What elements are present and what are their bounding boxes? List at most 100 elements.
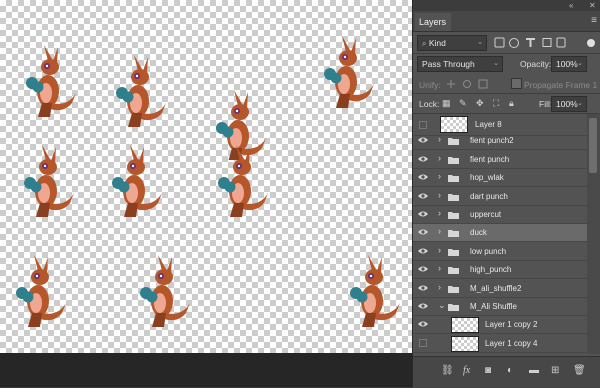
- blend-mode-value: Pass Through: [422, 59, 475, 69]
- visibility-toggle[interactable]: [419, 121, 427, 129]
- fx-icon[interactable]: fx: [463, 365, 470, 376]
- unify-label: Unify:: [419, 80, 441, 90]
- chevron-right-icon[interactable]: ›: [438, 153, 441, 163]
- layers-panel: « ✕ Layers ≡ ⌕ Kind ⌄ Pass Through ⌄ Opa…: [412, 0, 600, 388]
- eye-icon[interactable]: [418, 265, 428, 273]
- folder-icon: [448, 175, 459, 183]
- pixel-filter-icon: [494, 37, 505, 48]
- unify-style-icon: [478, 79, 488, 89]
- link-icon[interactable]: ⛓: [441, 365, 454, 376]
- fill-field[interactable]: 100% ⌄: [551, 96, 587, 112]
- close-panel-icon[interactable]: ✕: [589, 1, 596, 10]
- eye-icon[interactable]: [418, 210, 428, 218]
- eye-icon[interactable]: [418, 155, 428, 163]
- folder-icon[interactable]: ▬: [529, 365, 539, 376]
- lock-paint-icon[interactable]: ✎: [459, 98, 467, 109]
- eye-icon[interactable]: [418, 247, 428, 255]
- visibility-toggle[interactable]: [419, 338, 427, 347]
- adjustment-filter-icon: [509, 38, 519, 48]
- lock-position-icon[interactable]: ✥: [476, 98, 484, 109]
- layer-name: duck: [470, 228, 487, 238]
- lock-transparent-icon[interactable]: ▦: [442, 98, 451, 109]
- trash-icon[interactable]: 🗑︎: [573, 365, 586, 376]
- lock-artboard-icon[interactable]: ⛶: [493, 98, 499, 109]
- collapse-icon[interactable]: «: [569, 1, 573, 10]
- layer-row[interactable]: ⌄ M_Ali Shuffle: [413, 298, 587, 316]
- lock-all-icon[interactable]: 🔒︎: [509, 98, 514, 109]
- chevron-down-icon: ⌄: [493, 60, 499, 67]
- layer-row[interactable]: › fient punch2: [413, 132, 587, 151]
- kangaroo-sprite: [24, 145, 74, 217]
- layer-row[interactable]: › duck: [413, 224, 587, 243]
- layer-row[interactable]: › low punch: [413, 243, 587, 261]
- new-layer-icon[interactable]: ⊞: [551, 365, 559, 376]
- kangaroo-sprite: [218, 145, 268, 217]
- layer-row[interactable]: › fient punch: [413, 151, 587, 169]
- chevron-right-icon[interactable]: ›: [438, 245, 441, 255]
- layers-scroll-thumb[interactable]: [589, 118, 597, 173]
- unify-position-icon: [447, 80, 455, 88]
- layer-thumbnail: [440, 116, 468, 133]
- folder-icon: [448, 156, 459, 164]
- fill-value: 100%: [556, 99, 578, 109]
- canvas[interactable]: [0, 0, 412, 353]
- chevron-down-icon: ⌄: [577, 60, 583, 67]
- chevron-right-icon[interactable]: ›: [438, 208, 441, 218]
- chevron-right-icon[interactable]: ›: [438, 263, 441, 273]
- propagate-label: Propagate Frame 1: [524, 80, 598, 90]
- eye-icon[interactable]: [418, 284, 428, 292]
- layer-row[interactable]: › high_punch: [413, 261, 587, 280]
- layer-row[interactable]: Layer 1 copy 2: [413, 316, 587, 335]
- adjustment-icon[interactable]: ◐: [507, 365, 513, 376]
- kangaroo-sprite: [26, 45, 76, 117]
- eye-icon[interactable]: [418, 192, 428, 200]
- chevron-right-icon[interactable]: ›: [438, 190, 441, 200]
- eye-icon[interactable]: [418, 228, 428, 236]
- tab-layers[interactable]: Layers: [415, 13, 451, 31]
- folder-icon: [448, 193, 459, 201]
- propagate-checkbox[interactable]: [511, 78, 522, 89]
- eye-icon[interactable]: [418, 173, 428, 181]
- eye-icon[interactable]: [418, 302, 428, 310]
- eye-icon[interactable]: [418, 320, 428, 328]
- kangaroo-sprite: [350, 255, 400, 327]
- layer-row[interactable]: › uppercut: [413, 206, 587, 224]
- panel-menu-icon[interactable]: ≡: [591, 15, 597, 26]
- chevron-right-icon[interactable]: ›: [438, 282, 441, 292]
- layer-name: dart punch: [470, 191, 508, 201]
- folder-icon: [448, 230, 459, 238]
- layer-name: Layer 8: [475, 120, 502, 129]
- layer-name: Layer 1 copy 4: [485, 338, 538, 348]
- unify-icons: [447, 79, 488, 89]
- layer-row[interactable]: › dart punch: [413, 188, 587, 206]
- chevron-down-icon[interactable]: ⌄: [438, 300, 446, 311]
- layers-bottom-bar: ⛓ fx ◙ ◐ ▬ ⊞ 🗑︎: [413, 356, 600, 388]
- layer-row[interactable]: › hop_wlak: [413, 169, 587, 188]
- filter-kind-select[interactable]: ⌕ Kind ⌄: [417, 35, 487, 51]
- layer-row[interactable]: Layer 1 copy 4: [413, 335, 587, 353]
- panel-top-strip: « ✕: [413, 0, 600, 11]
- layer-name: fient punch2: [470, 136, 514, 146]
- blend-mode-select[interactable]: Pass Through ⌄: [417, 56, 503, 72]
- panel-tab-bar: Layers ≡: [413, 11, 600, 32]
- folder-icon: [448, 138, 459, 146]
- layer-thumbnail: [451, 317, 479, 334]
- mask-icon[interactable]: ◙: [485, 365, 491, 376]
- chevron-right-icon[interactable]: ›: [438, 134, 441, 144]
- chevron-right-icon[interactable]: ›: [438, 226, 441, 236]
- kangaroo-sprite: [324, 36, 374, 108]
- eye-icon[interactable]: [418, 136, 428, 144]
- lock-row: Lock: ▦ ✎ ✥ ⛶ 🔒︎ Fill: 100% ⌄: [413, 95, 600, 113]
- layer-name: Layer 1 copy 2: [485, 320, 538, 330]
- layer-name: low punch: [470, 246, 507, 256]
- opacity-label: Opacity:: [520, 59, 552, 69]
- chevron-right-icon[interactable]: ›: [438, 171, 441, 181]
- search-icon: ⌕: [422, 39, 427, 48]
- layer-name: high_punch: [470, 265, 512, 275]
- chevron-down-icon: ⌄: [477, 39, 483, 46]
- layer-name: hop_wlak: [470, 173, 504, 183]
- lock-label: Lock:: [419, 99, 440, 109]
- unify-visibility-icon: [463, 80, 471, 88]
- opacity-field[interactable]: 100% ⌄: [551, 56, 587, 72]
- layer-row[interactable]: › M_ali_shuffle2: [413, 280, 587, 298]
